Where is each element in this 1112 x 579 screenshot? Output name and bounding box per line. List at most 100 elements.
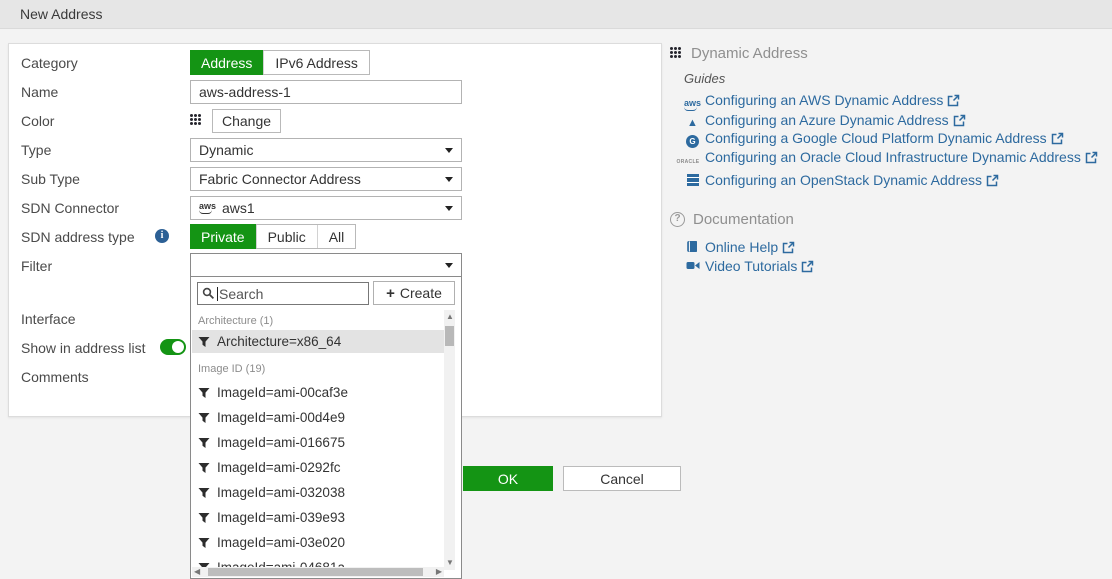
category-button-group: Address IPv6 Address (190, 50, 370, 75)
sdn-connector-label: SDN Connector (21, 200, 119, 216)
sdn-connector-select-value: aws1 (222, 200, 255, 216)
list-item[interactable]: ImageId=ami-016675 (192, 431, 444, 454)
search-input[interactable]: Search (197, 282, 369, 305)
guides-heading: Guides (684, 71, 1106, 86)
help-header: Dynamic Address (670, 44, 1106, 62)
color-swatch-icon (190, 114, 202, 126)
filter-icon (198, 336, 210, 348)
text-cursor (217, 287, 218, 301)
name-input[interactable] (190, 80, 462, 104)
oracle-cloud-icon: ORACLE (675, 153, 701, 171)
external-link-icon (986, 174, 999, 187)
external-link-icon (953, 114, 966, 127)
scroll-up-icon[interactable]: ▲ (446, 313, 454, 321)
scrollbar-thumb[interactable] (445, 326, 454, 346)
external-link-icon (782, 241, 795, 254)
guide-link-openstack[interactable]: Configuring an OpenStack Dynamic Address (684, 171, 1106, 190)
filter-icon (198, 412, 210, 424)
guide-link-oracle-cloud[interactable]: ORACLEConfiguring an Oracle Cloud Infras… (684, 148, 1106, 171)
google-cloud-icon: G (684, 130, 701, 148)
video-icon (684, 258, 701, 276)
color-label: Color (21, 113, 54, 129)
interface-label: Interface (21, 311, 75, 327)
filter-icon (198, 387, 210, 399)
aws-logo-icon: aws (199, 202, 216, 214)
sub-type-label: Sub Type (21, 171, 80, 187)
list-item[interactable]: ImageId=ami-03e020 (192, 531, 444, 554)
video-tutorials-link[interactable]: Video Tutorials (684, 257, 1106, 276)
plus-icon: + (386, 285, 395, 302)
sdn-address-type-button-group: Private Public All (190, 224, 356, 249)
filter-icon (198, 537, 210, 549)
filter-dropdown: Search + Create Architecture (1) Archite… (190, 277, 462, 579)
title-bar: New Address (0, 0, 1112, 29)
type-select[interactable]: Dynamic (190, 138, 462, 162)
vertical-scrollbar[interactable]: ▲ ▼ (444, 310, 455, 570)
category-ipv6-address-button[interactable]: IPv6 Address (263, 51, 369, 74)
filter-group-architecture: Architecture (1) (198, 315, 273, 327)
filter-label: Filter (21, 258, 52, 274)
chevron-down-icon (445, 177, 453, 182)
external-link-icon (801, 260, 814, 273)
list-item-selected[interactable]: Architecture=x86_64 (192, 330, 444, 353)
sdn-address-type-private-button[interactable]: Private (190, 224, 256, 249)
show-in-address-list-label: Show in address list (21, 340, 146, 356)
horizontal-scrollbar[interactable]: ◀ ▶ (192, 567, 444, 577)
ok-button[interactable]: OK (463, 466, 553, 491)
name-label: Name (21, 84, 58, 100)
chevron-down-icon (445, 148, 453, 153)
aws-icon: aws (684, 92, 701, 111)
external-link-icon (947, 94, 960, 107)
guide-link-azure[interactable]: ▲Configuring an Azure Dynamic Address (684, 111, 1106, 129)
scroll-left-icon[interactable]: ◀ (194, 568, 200, 576)
sdn-connector-select[interactable]: aws aws1 (190, 196, 462, 220)
sub-type-select-value: Fabric Connector Address (199, 171, 361, 187)
new-address-page: New Address Category Name Color Type Sub… (0, 0, 1112, 579)
chevron-down-icon (445, 206, 453, 211)
guide-link-aws[interactable]: awsConfiguring an AWS Dynamic Address (684, 91, 1106, 111)
list-item[interactable]: ImageId=ami-039e93 (192, 506, 444, 529)
online-help-link[interactable]: Online Help (684, 238, 1106, 257)
filter-group-image-id: Image ID (19) (198, 363, 265, 375)
list-item[interactable]: ImageId=ami-00caf3e (192, 381, 444, 404)
question-circle-icon: ? (670, 212, 685, 227)
scrollbar-thumb[interactable] (208, 568, 423, 576)
filter-select[interactable] (190, 253, 462, 277)
list-item[interactable]: ImageId=ami-00d4e9 (192, 406, 444, 429)
sub-type-select[interactable]: Fabric Connector Address (190, 167, 462, 191)
category-address-button[interactable]: Address (190, 50, 263, 75)
scroll-right-icon[interactable]: ▶ (436, 568, 442, 576)
sdn-address-type-all-button[interactable]: All (317, 225, 356, 248)
category-label: Category (21, 55, 78, 71)
guide-link-google-cloud[interactable]: GConfiguring a Google Cloud Platform Dyn… (684, 129, 1106, 148)
documentation-links: Online Help Video Tutorials (684, 238, 1106, 276)
external-link-icon (1085, 151, 1098, 164)
type-label: Type (21, 142, 51, 158)
create-button-label: Create (400, 285, 442, 301)
list-item[interactable]: ImageId=ami-032038 (192, 481, 444, 504)
help-title: Dynamic Address (691, 45, 808, 62)
info-icon[interactable]: i (155, 229, 169, 243)
search-placeholder: Search (219, 286, 263, 302)
cancel-button[interactable]: Cancel (563, 466, 681, 491)
filter-icon (198, 437, 210, 449)
sdn-address-type-public-button[interactable]: Public (256, 225, 317, 248)
comments-label: Comments (21, 369, 89, 385)
filter-icon (198, 487, 210, 499)
guide-links: awsConfiguring an AWS Dynamic Address ▲C… (684, 91, 1106, 190)
openstack-icon (684, 172, 701, 190)
dynamic-address-icon (670, 47, 682, 59)
documentation-header: ? Documentation (670, 210, 1106, 228)
show-in-address-list-toggle[interactable] (160, 339, 186, 355)
sdn-address-type-label: SDN address type (21, 229, 135, 245)
type-select-value: Dynamic (199, 142, 253, 158)
color-change-button[interactable]: Change (212, 109, 281, 133)
filter-icon (198, 512, 210, 524)
scroll-down-icon[interactable]: ▼ (446, 559, 454, 567)
help-sidebar: Dynamic Address Guides awsConfiguring an… (670, 44, 1106, 276)
azure-icon: ▲ (684, 118, 701, 129)
search-icon (202, 287, 215, 300)
chevron-down-icon (445, 263, 453, 268)
list-item[interactable]: ImageId=ami-0292fc (192, 456, 444, 479)
create-button[interactable]: + Create (373, 281, 455, 305)
